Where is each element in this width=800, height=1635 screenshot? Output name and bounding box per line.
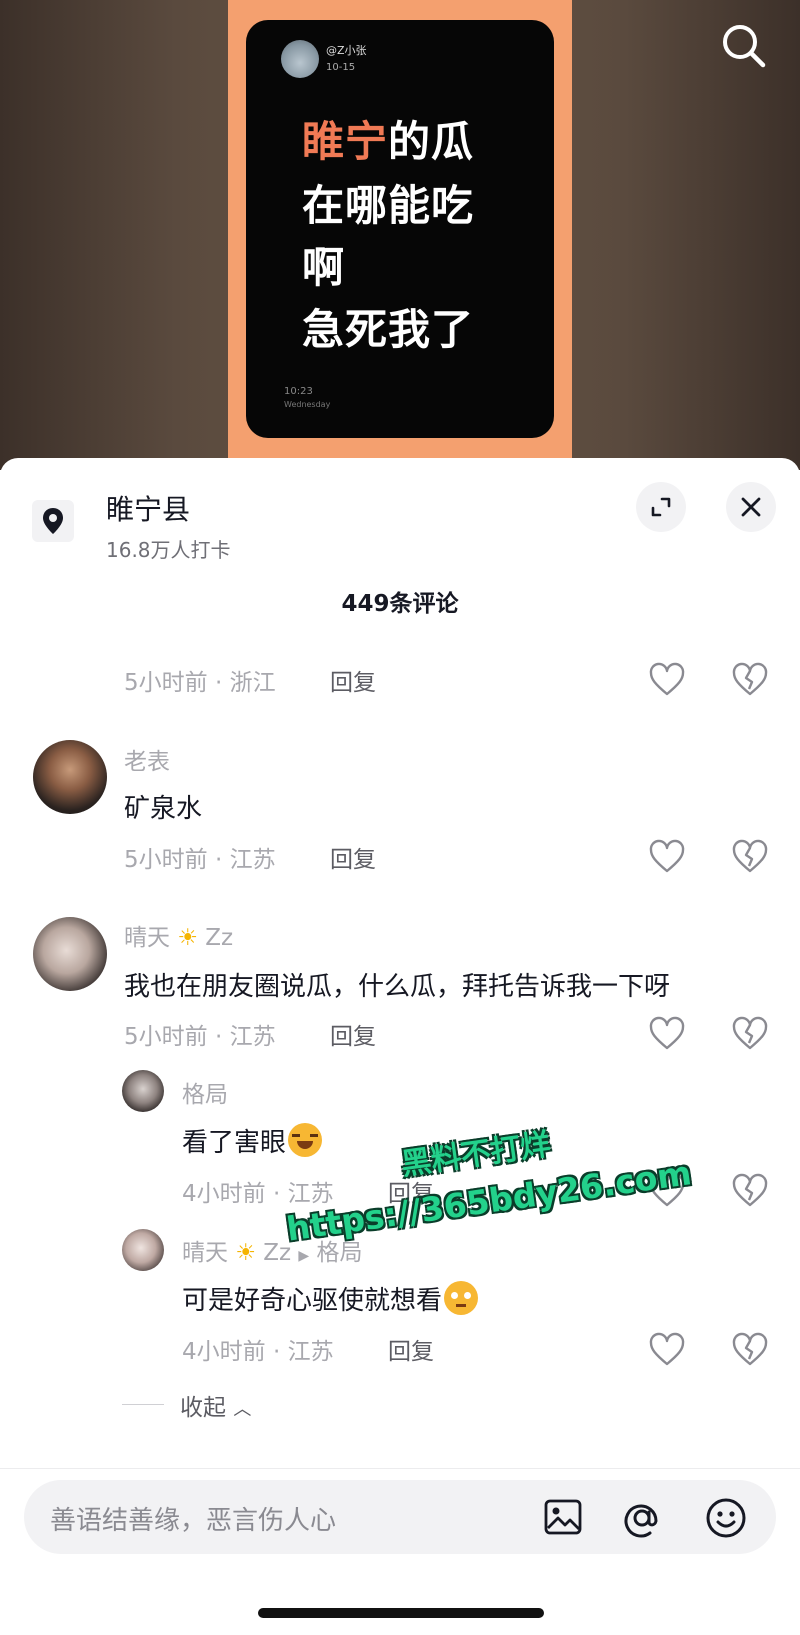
reply-meta: 4小时前 · 江苏 — [182, 1181, 334, 1207]
location-checkins: 16.8万人打卡 — [106, 538, 231, 562]
expand-icon — [651, 497, 671, 517]
reply-button[interactable]: 回复 — [330, 663, 376, 697]
avatar[interactable] — [33, 917, 107, 991]
reply-button[interactable]: 回复 — [388, 1332, 434, 1366]
close-button[interactable] — [726, 482, 776, 532]
reply-button[interactable]: 回复 — [330, 840, 376, 874]
broken-heart-icon[interactable] — [730, 1014, 770, 1054]
card-date: 10-15 — [326, 62, 356, 73]
search-icon — [723, 25, 766, 68]
avatar[interactable] — [122, 1070, 164, 1112]
reply-text: 可是好奇心驱使就想看 — [182, 1280, 479, 1317]
comment-text: 矿泉水 — [124, 794, 203, 824]
expand-button[interactable] — [636, 482, 686, 532]
comment-meta: 5小时前 · 江苏 — [124, 1024, 276, 1050]
at-icon[interactable] — [620, 1496, 664, 1540]
comment-text: 我也在朋友圈说瓜，什么瓜，拜托告诉我一下呀 — [124, 972, 671, 1002]
input-divider — [0, 1468, 800, 1469]
reply-button[interactable]: 回复 — [330, 1017, 376, 1051]
video-card: @Z小张 10-15 睢宁的瓜 在哪能吃 啊 急死我了 10:23 Wednes… — [246, 20, 554, 438]
heart-icon[interactable] — [647, 1330, 687, 1370]
card-time: 10:23 — [284, 386, 313, 397]
card-line-3: 啊 — [302, 243, 346, 292]
comment-meta: 5小时前 · 浙江 — [124, 670, 276, 696]
comment-username[interactable]: 老表 — [124, 742, 170, 776]
comment-input-bar[interactable]: 善语结善缘，恶言伤人心 — [24, 1480, 776, 1554]
comment-meta: 5小时前 · 江苏 — [124, 847, 276, 873]
image-icon[interactable] — [542, 1496, 584, 1538]
broken-heart-icon[interactable] — [730, 1330, 770, 1370]
reply-text: 看了害眼 — [182, 1122, 323, 1159]
card-username: @Z小张 — [326, 44, 367, 57]
heart-icon[interactable] — [647, 660, 687, 700]
emoji-icon[interactable] — [704, 1496, 748, 1540]
comment-count: 449条评论 — [341, 591, 459, 617]
collapse-replies-button[interactable]: 收起 ︿ — [180, 1388, 251, 1422]
card-avatar — [281, 40, 319, 78]
crying-laughing-emoji-icon — [288, 1123, 323, 1157]
card-line-1: 睢宁的瓜 — [302, 117, 475, 166]
card-line-2: 在哪能吃 — [302, 181, 475, 230]
play-arrow-icon: ▶ — [298, 1248, 310, 1264]
card-line-4: 急死我了 — [302, 305, 475, 354]
broken-heart-icon[interactable] — [730, 660, 770, 700]
collapse-divider — [122, 1404, 164, 1405]
home-indicator — [258, 1608, 544, 1618]
reply-username[interactable]: 格局 — [182, 1075, 228, 1109]
sun-icon: ☀ — [235, 1240, 256, 1266]
comment-username[interactable]: 晴天 ☀ Zz — [124, 918, 233, 952]
location-name[interactable]: 睢宁县 — [106, 488, 190, 528]
search-button[interactable] — [716, 18, 772, 74]
heart-icon[interactable] — [647, 1014, 687, 1054]
avatar[interactable] — [122, 1229, 164, 1271]
avatar[interactable] — [33, 740, 107, 814]
card-day: Wednesday — [284, 400, 331, 409]
broken-heart-icon[interactable] — [730, 1171, 770, 1211]
sun-icon: ☀ — [177, 925, 198, 951]
chevron-up-icon: ︿ — [233, 1399, 252, 1420]
location-pin-icon — [32, 500, 74, 542]
close-icon — [741, 497, 761, 517]
broken-heart-icon[interactable] — [730, 837, 770, 877]
reply-meta: 4小时前 · 江苏 — [182, 1339, 334, 1365]
comment-input[interactable]: 善语结善缘，恶言伤人心 — [50, 1500, 336, 1537]
pleading-emoji-icon — [444, 1281, 479, 1315]
heart-icon[interactable] — [647, 837, 687, 877]
